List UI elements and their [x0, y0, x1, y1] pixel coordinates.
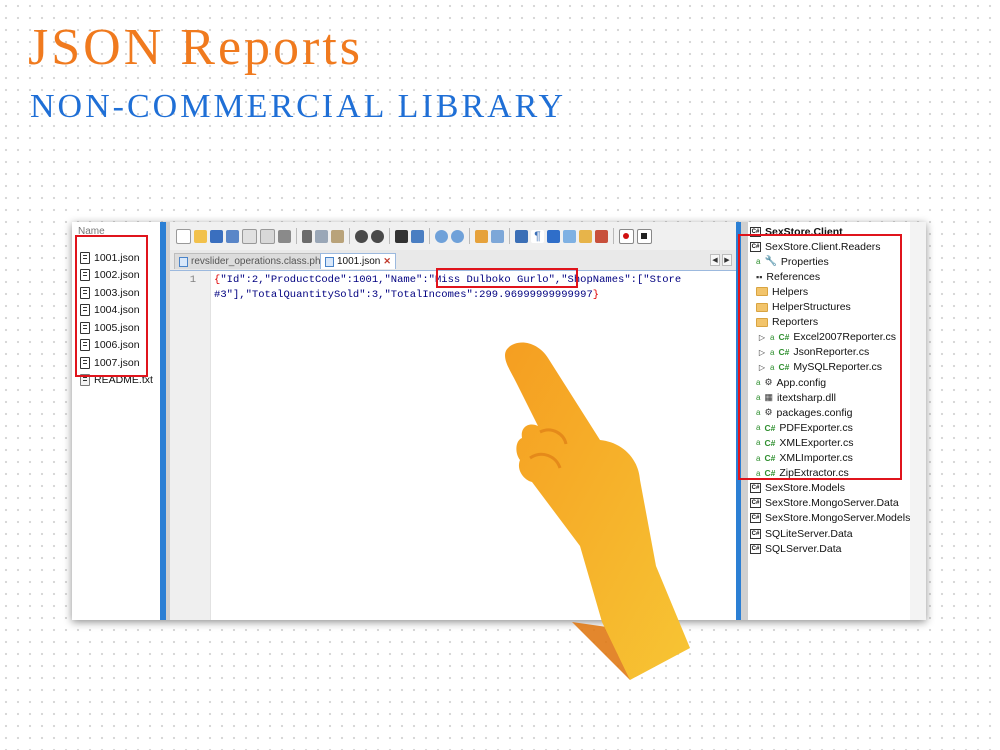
tab-scroll-right-icon[interactable]: ▶: [722, 254, 732, 266]
solution-item[interactable]: C# SexStore.MongoServer.Data: [750, 496, 899, 511]
file-list-panel: Name 1001.json 1002.json 1003.json 1004.…: [72, 222, 160, 620]
save-icon[interactable]: [210, 229, 223, 243]
close-file-icon[interactable]: [242, 228, 257, 244]
doc-map-icon[interactable]: [563, 229, 576, 243]
slide-title: JSON Reports: [28, 19, 364, 76]
toolbar-separator: [429, 228, 430, 244]
brace-char: {: [214, 274, 221, 286]
solution-item-label: SQLServer.Data: [765, 542, 842, 555]
name-value-highlight-box: [436, 268, 578, 288]
folder-workspace-icon[interactable]: [595, 229, 608, 243]
toolbar-separator: [389, 228, 390, 244]
solution-scrollbar[interactable]: [910, 222, 926, 620]
pointing-hand-illustration: [505, 342, 690, 680]
solution-item[interactable]: C# SQLServer.Data: [750, 541, 841, 556]
paste-icon[interactable]: [331, 229, 344, 243]
editor-toolbar: ¶: [170, 222, 736, 250]
project-icon: C#: [750, 483, 761, 494]
tab-label: 1001.json: [337, 256, 381, 267]
document-icon: [179, 256, 188, 267]
project-icon: C#: [750, 528, 761, 539]
tab-1001-json[interactable]: 1001.json ✕: [320, 253, 396, 269]
close-all-icon[interactable]: [260, 228, 275, 244]
cut-icon[interactable]: [302, 229, 312, 243]
project-icon: C#: [750, 498, 761, 509]
tab-revslider[interactable]: revslider_operations.class.php ✕: [174, 253, 342, 269]
toolbar-separator: [296, 228, 297, 244]
solution-item-label: SexStore.Models: [765, 482, 845, 495]
document-icon: [325, 256, 334, 267]
solution-item-label: SexStore.MongoServer.Data: [765, 497, 899, 510]
stop-macro-icon[interactable]: [637, 228, 652, 244]
code-line: #3"],"TotalQuantitySold":3,"TotalIncomes…: [214, 289, 600, 301]
tab-label: revslider_operations.class.php: [191, 256, 327, 267]
sync-horizontal-icon[interactable]: [491, 229, 504, 243]
save-all-icon[interactable]: [226, 229, 239, 243]
find-icon[interactable]: [395, 229, 408, 243]
print-icon[interactable]: [278, 229, 291, 243]
show-all-chars-icon[interactable]: ¶: [531, 229, 544, 243]
replace-icon[interactable]: [411, 229, 424, 243]
solution-item-label: SQLiteServer.Data: [765, 527, 853, 540]
copy-icon[interactable]: [315, 229, 328, 243]
record-macro-icon[interactable]: [619, 228, 634, 244]
line-number: 1: [189, 274, 196, 286]
sync-vertical-icon[interactable]: [475, 229, 488, 243]
solution-item[interactable]: C# SQLiteServer.Data: [750, 526, 853, 541]
function-list-icon[interactable]: [579, 229, 592, 243]
project-icon: C#: [750, 513, 761, 524]
line-number-gutter: 1: [170, 271, 211, 620]
tab-scroll-left-icon[interactable]: ◀: [710, 254, 720, 266]
brace-char: }: [592, 289, 600, 301]
toolbar-separator: [509, 228, 510, 244]
zoom-in-icon[interactable]: [435, 229, 448, 243]
indent-guide-icon[interactable]: [547, 229, 560, 243]
solution-item[interactable]: C# SexStore.Models: [750, 481, 845, 496]
toolbar-separator: [613, 228, 614, 244]
slide-subtitle: NON-COMMERCIAL LIBRARY: [30, 88, 567, 125]
toolbar-separator: [469, 228, 470, 244]
solution-item[interactable]: C# SexStore.MongoServer.Models: [750, 511, 910, 526]
close-icon[interactable]: ✕: [383, 256, 391, 267]
toolbar-separator: [349, 228, 350, 244]
project-icon: C#: [750, 543, 761, 554]
files-highlight-box: [75, 235, 148, 377]
solution-highlight-box: [738, 234, 902, 480]
redo-icon[interactable]: [371, 229, 384, 243]
word-wrap-icon[interactable]: [515, 229, 528, 243]
undo-icon[interactable]: [355, 229, 368, 243]
open-folder-icon[interactable]: [194, 229, 207, 243]
new-file-icon[interactable]: [176, 228, 191, 244]
solution-item-label: SexStore.MongoServer.Models: [765, 512, 911, 525]
zoom-out-icon[interactable]: [451, 229, 464, 243]
